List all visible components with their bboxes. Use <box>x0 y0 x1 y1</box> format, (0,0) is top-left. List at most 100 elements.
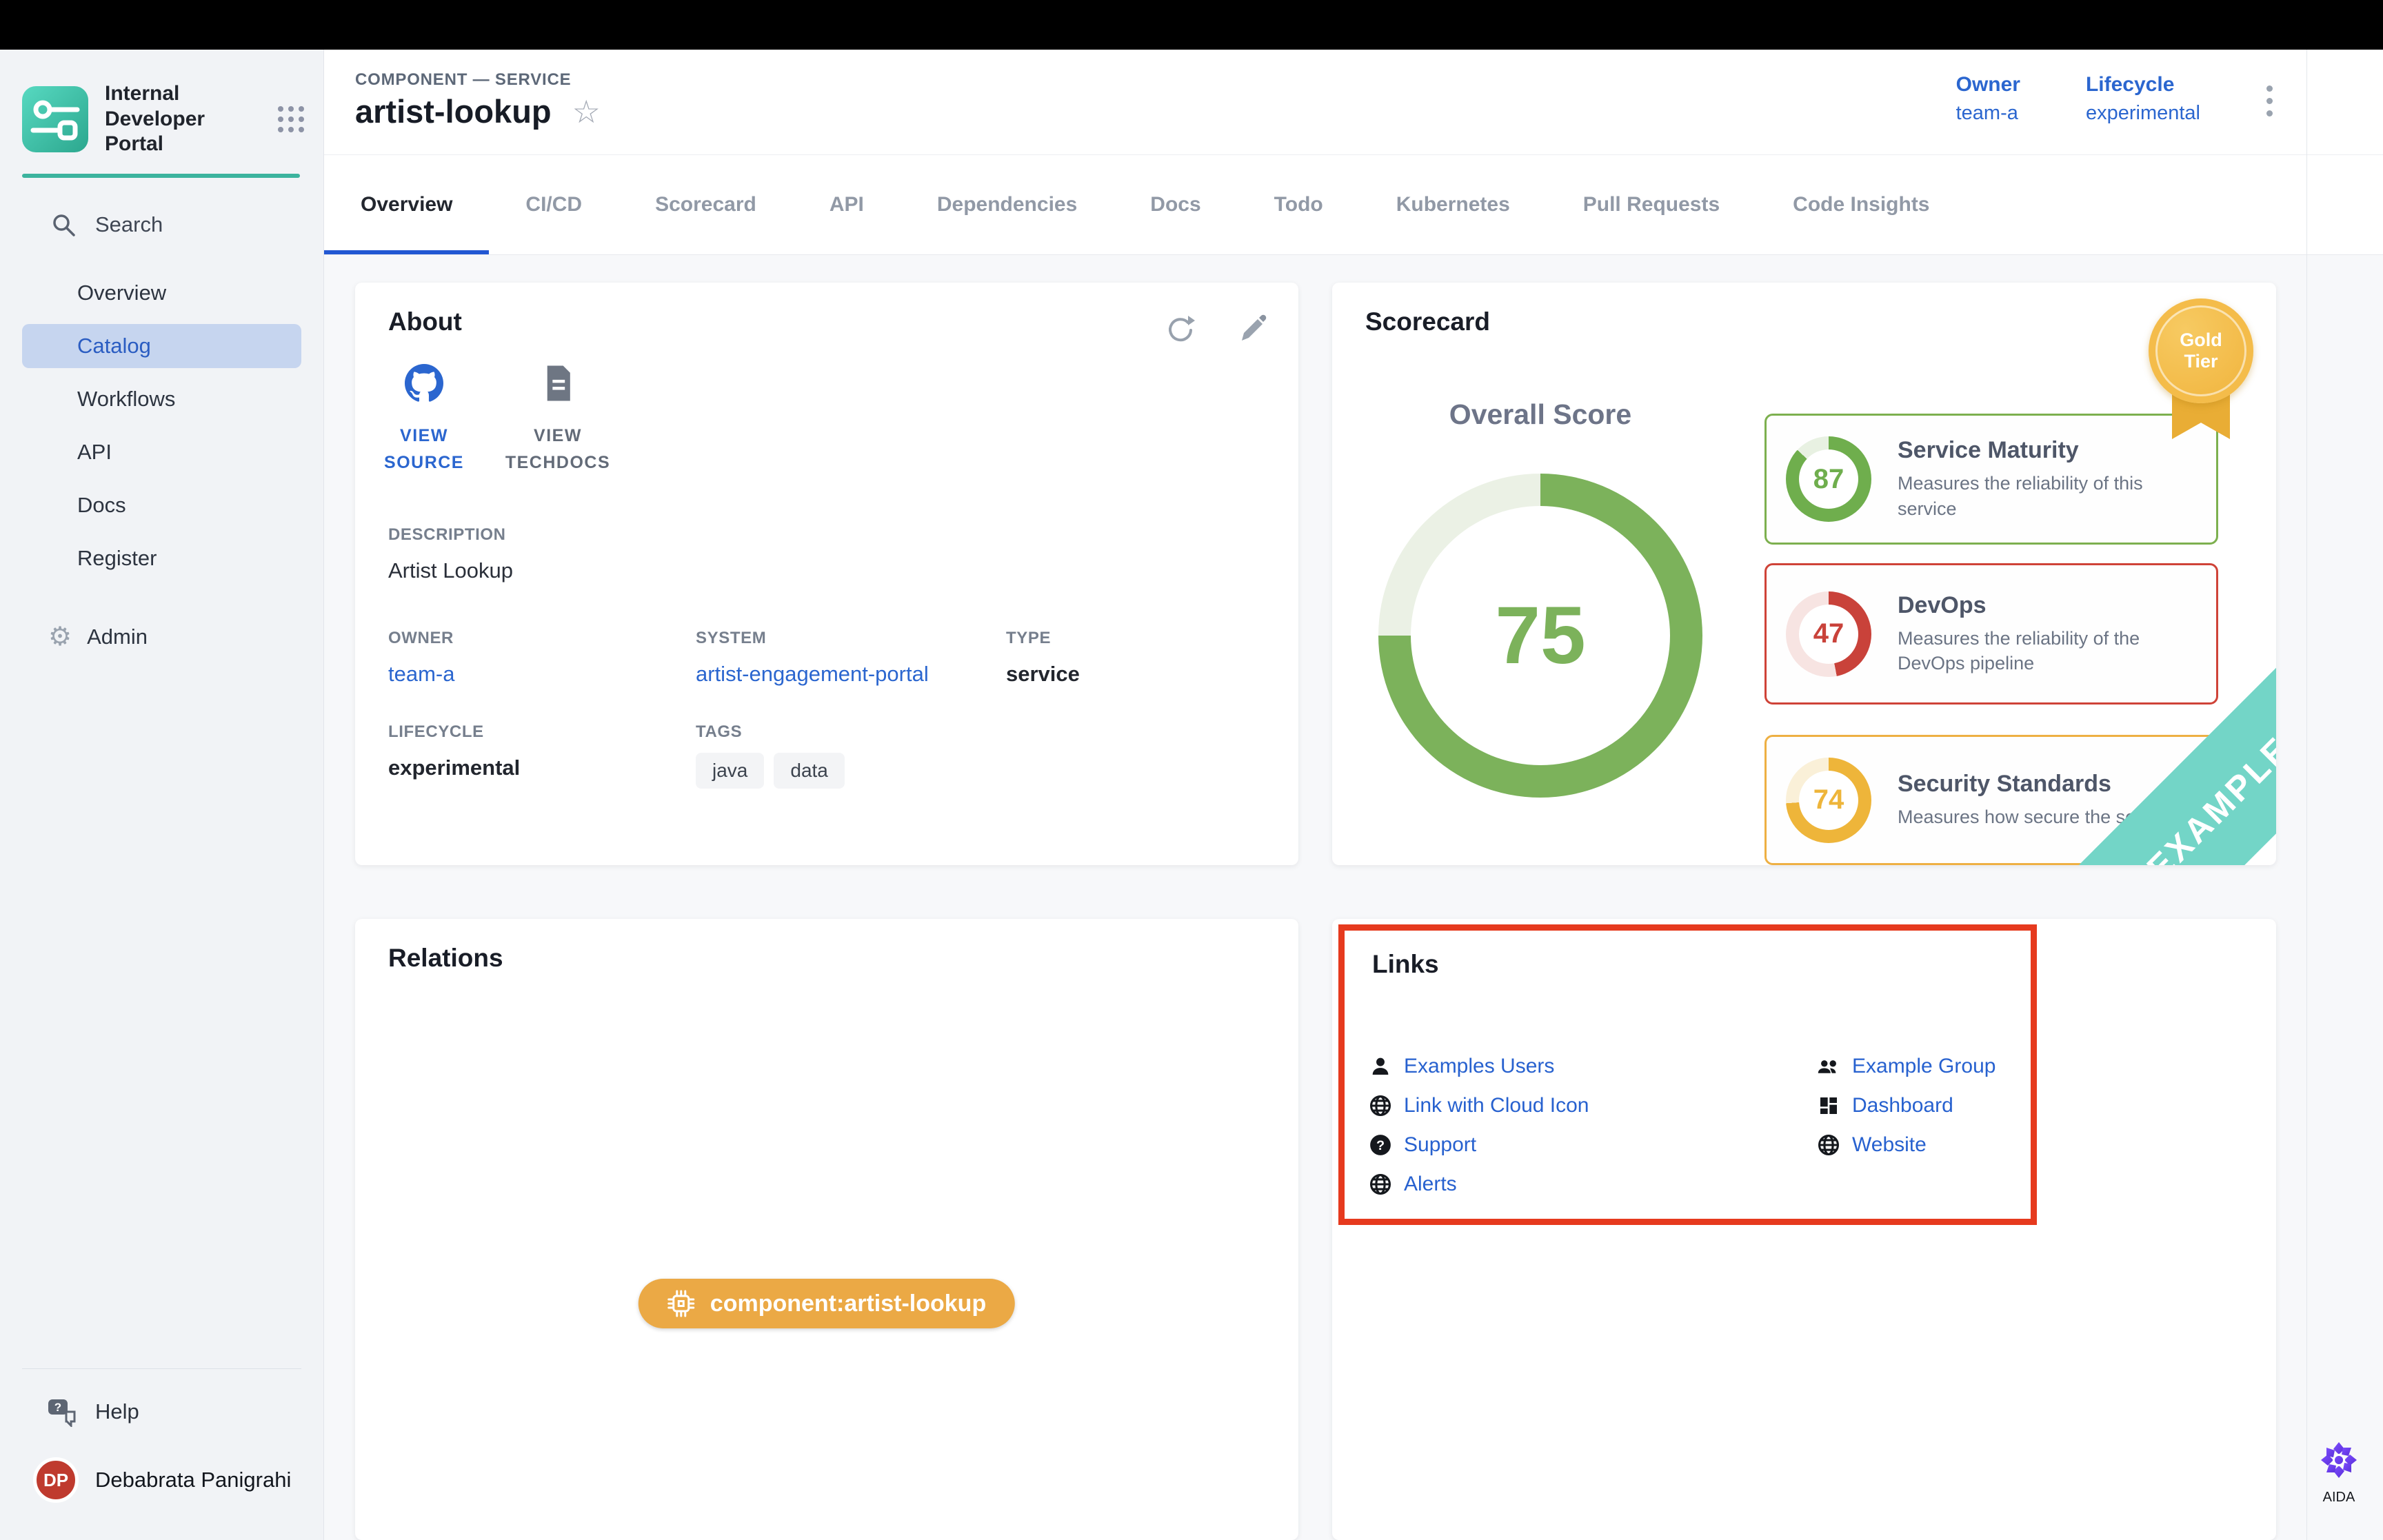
tab-dependencies[interactable]: Dependencies <box>901 155 1114 254</box>
tab-code-insights[interactable]: Code Insights <box>1756 155 1966 254</box>
app-grid-icon[interactable] <box>278 106 304 132</box>
tab-scorecard[interactable]: Scorecard <box>619 155 793 254</box>
sidebar-divider <box>22 1368 301 1369</box>
brand-underline <box>22 174 300 178</box>
sidebar-item-help[interactable]: ? Help <box>46 1397 323 1427</box>
lifecycle-label: Lifecycle <box>2086 73 2200 97</box>
sidebar-item-admin[interactable]: ⚙ Admin <box>48 624 301 650</box>
sidebar-nav: Overview Catalog Workflows API Docs Regi… <box>0 262 323 589</box>
overall-score-gauge: 75 <box>1378 474 1702 798</box>
techdocs-icon <box>540 364 576 403</box>
overall-score-value: 75 <box>1495 589 1585 682</box>
user-icon <box>1368 1054 1393 1079</box>
tab-api[interactable]: API <box>793 155 901 254</box>
portal-logo-icon <box>22 86 88 152</box>
chip-icon <box>667 1290 695 1317</box>
sidebar-item-api[interactable]: API <box>22 430 301 474</box>
help-label: Help <box>95 1399 139 1424</box>
sidebar-item-search[interactable]: Search <box>50 211 323 239</box>
brand-block[interactable]: Internal Developer Portal <box>22 81 304 157</box>
link-examples-users[interactable]: Examples Users <box>1368 1046 1589 1086</box>
content-right-divider <box>2306 50 2307 1540</box>
search-icon <box>50 211 77 239</box>
field-tags: TAGS java data <box>696 722 1006 789</box>
tab-cicd[interactable]: CI/CD <box>489 155 619 254</box>
links-highlight-box: Links Examples Users Link with Cloud Ico… <box>1338 924 2037 1225</box>
system-link[interactable]: artist-engagement-portal <box>696 662 1006 687</box>
admin-label: Admin <box>87 625 148 649</box>
sidebar-item-docs[interactable]: Docs <box>22 483 301 527</box>
globe-icon <box>1368 1093 1393 1118</box>
content-area: About VIEW SOURCE <box>324 255 2383 1540</box>
tab-docs[interactable]: Docs <box>1114 155 1237 254</box>
tag-chip[interactable]: java <box>696 753 764 789</box>
metric-gauge: 47 <box>1786 591 1871 677</box>
tag-chip[interactable]: data <box>774 753 845 789</box>
links-card: Links Examples Users Link with Cloud Ico… <box>1332 919 2276 1540</box>
relations-title: Relations <box>388 944 503 973</box>
entity-tabs: Overview CI/CD Scorecard API Dependencie… <box>324 155 2383 255</box>
svg-text:?: ? <box>1376 1138 1385 1153</box>
aida-label: AIDA <box>2310 1490 2368 1506</box>
field-lifecycle: LIFECYCLE experimental <box>388 722 696 789</box>
tab-pull-requests[interactable]: Pull Requests <box>1547 155 1756 254</box>
lifecycle-meta: Lifecycle experimental <box>2086 73 2200 125</box>
sidebar-item-register[interactable]: Register <box>22 536 301 580</box>
refresh-icon[interactable] <box>1165 313 1196 345</box>
tab-todo[interactable]: Todo <box>1238 155 1360 254</box>
page-title: artist-lookup <box>355 92 552 130</box>
link-cloud-icon[interactable]: Link with Cloud Icon <box>1368 1086 1589 1125</box>
gold-tier-badge: Gold Tier <box>2149 298 2253 403</box>
dashboard-icon <box>1816 1093 1841 1118</box>
relation-node-label: component:artist-lookup <box>710 1290 986 1317</box>
aida-widget[interactable]: AIDA <box>2310 1438 2368 1506</box>
github-icon <box>405 364 443 403</box>
sidebar-item-overview[interactable]: Overview <box>22 271 301 315</box>
metric-gauge: 87 <box>1786 436 1871 522</box>
metric-card-devops[interactable]: 47 DevOps Measures the reliability of th… <box>1764 563 2218 705</box>
link-example-group[interactable]: Example Group <box>1816 1046 1995 1086</box>
avatar: DP <box>33 1457 79 1503</box>
kebab-menu-icon[interactable] <box>2266 85 2273 116</box>
relations-card: Relations component:artist-lookup <box>355 919 1298 1540</box>
edit-pencil-icon[interactable] <box>1236 313 1268 345</box>
sidebar-item-workflows[interactable]: Workflows <box>22 377 301 421</box>
window-top-bar <box>0 0 2383 50</box>
field-owner: OWNER team-a <box>388 629 696 687</box>
relation-node-component[interactable]: component:artist-lookup <box>639 1279 1015 1328</box>
help-chat-icon: ? <box>46 1397 77 1427</box>
user-name: Debabrata Panigrahi <box>95 1468 291 1492</box>
view-techdocs-button[interactable]: VIEW TECHDOCS <box>503 364 613 476</box>
svg-text:?: ? <box>54 1401 61 1414</box>
favorite-star-icon[interactable]: ☆ <box>572 96 601 128</box>
link-website[interactable]: Website <box>1816 1125 1995 1164</box>
breadcrumb: COMPONENT — SERVICE <box>355 70 571 90</box>
field-system: SYSTEM artist-engagement-portal <box>696 629 1006 687</box>
field-type: TYPE service <box>1006 629 1265 687</box>
brand-title: Internal Developer Portal <box>105 81 261 157</box>
gear-icon: ⚙ <box>48 624 72 650</box>
owner-value[interactable]: team-a <box>1956 102 2020 125</box>
tab-kubernetes[interactable]: Kubernetes <box>1360 155 1547 254</box>
owner-label: Owner <box>1956 73 2020 97</box>
link-support[interactable]: ? Support <box>1368 1125 1589 1164</box>
owner-meta: Owner team-a <box>1956 73 2020 125</box>
overall-score-label: Overall Score <box>1332 398 1749 431</box>
lifecycle-value: experimental <box>2086 102 2200 125</box>
group-icon <box>1816 1054 1841 1079</box>
globe-icon <box>1816 1133 1841 1157</box>
sidebar-item-catalog[interactable]: Catalog <box>22 324 301 368</box>
globe-icon <box>1368 1172 1393 1197</box>
tab-overview[interactable]: Overview <box>324 155 489 254</box>
about-title: About <box>388 307 462 336</box>
owner-link[interactable]: team-a <box>388 662 696 687</box>
metric-card-service-maturity[interactable]: 87 Service Maturity Measures the reliabi… <box>1764 414 2218 545</box>
link-alerts[interactable]: Alerts <box>1368 1164 1589 1204</box>
metric-gauge: 74 <box>1786 758 1871 843</box>
help-circle-icon: ? <box>1368 1133 1393 1157</box>
user-menu[interactable]: DP Debabrata Panigrahi <box>33 1457 323 1503</box>
link-dashboard[interactable]: Dashboard <box>1816 1086 1995 1125</box>
view-source-button[interactable]: VIEW SOURCE <box>369 364 479 476</box>
sidebar: Internal Developer Portal Search Overvie… <box>0 50 324 1540</box>
field-description: DESCRIPTION Artist Lookup <box>388 525 1265 583</box>
